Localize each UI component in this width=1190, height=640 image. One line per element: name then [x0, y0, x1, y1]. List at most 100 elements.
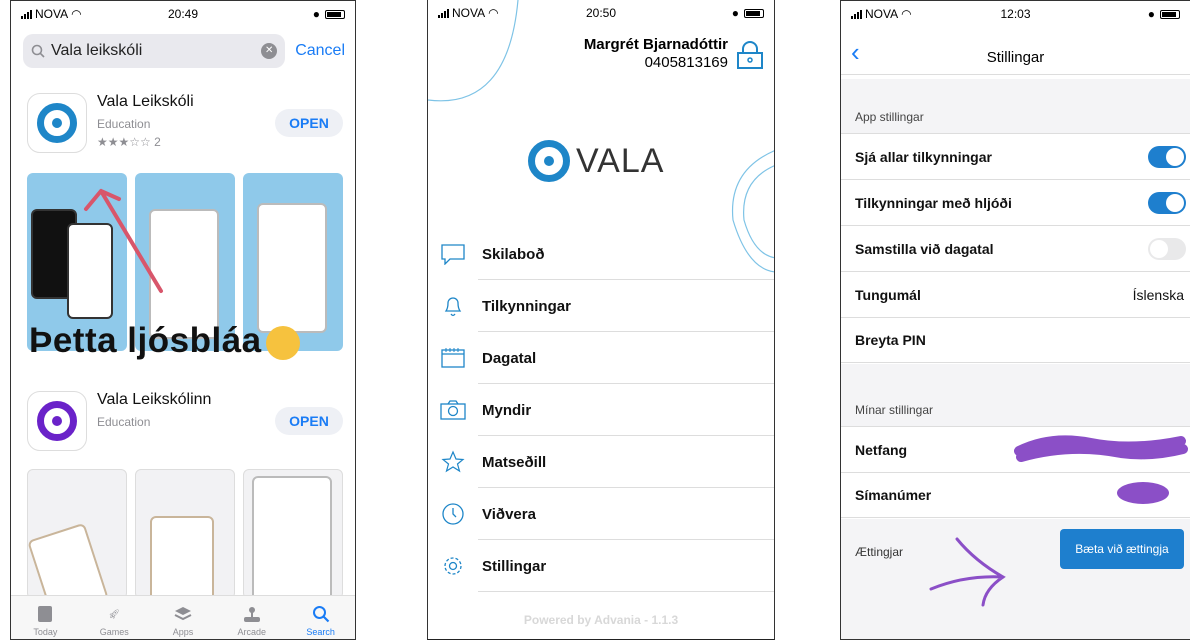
app-name: Vala Leikskóli	[97, 93, 194, 110]
lock-rotation-icon: ●	[1147, 7, 1156, 21]
layers-icon	[173, 604, 193, 624]
lock-icon[interactable]	[736, 40, 764, 70]
tab-label: Arcade	[237, 627, 267, 637]
setting-label: Sjá allar tilkynningar	[855, 148, 992, 165]
battery-icon	[744, 8, 765, 18]
open-button[interactable]: OPEN	[275, 407, 343, 435]
joystick-icon	[242, 604, 262, 624]
battery-icon	[325, 9, 345, 19]
search-query: Vala leikskóli	[51, 42, 143, 59]
app-store-screen: NOVA ◠ 20:49 ● Vala leikskóli ✕ Cancel Va…	[10, 0, 356, 640]
app-screenshot[interactable]	[243, 469, 343, 599]
status-bar: NOVA ◠ 12:03 ●	[841, 1, 1190, 27]
menu-item-matsedill[interactable]: Matseðill	[428, 436, 774, 488]
main-menu: Skilaboð Tilkynningar Dagatal Myndir Mat…	[428, 228, 774, 592]
vala-logo-icon	[528, 140, 570, 182]
vala-logo: VALA	[528, 140, 664, 182]
tab-bar: Today 🚀︎ Games Apps Arcade Search	[11, 595, 355, 639]
section-label-my: Mínar stillingar	[855, 403, 934, 417]
rocket-icon: 🚀︎	[108, 608, 120, 619]
setting-label: Samstilla við dagatal	[855, 240, 994, 257]
lock-rotation-icon: ●	[731, 6, 740, 20]
search-row: Vala leikskóli ✕ Cancel	[23, 33, 345, 69]
app-category: Education	[97, 117, 151, 131]
menu-item-dagatal[interactable]: Dagatal	[428, 332, 774, 384]
hand-drawn-arrow	[84, 189, 163, 293]
tab-arcade[interactable]: Arcade	[217, 596, 286, 639]
menu-item-tilkynningar[interactable]: Tilkynningar	[428, 280, 774, 332]
screenshots-row-2[interactable]	[27, 469, 343, 599]
setting-see-all-notifications[interactable]: Sjá allar tilkynningar	[841, 133, 1190, 179]
powered-by-footer: Powered by Advania - 1.1.3	[523, 613, 679, 627]
menu-label: Matseðill	[482, 453, 547, 471]
tab-games[interactable]: 🚀︎ Games	[80, 596, 149, 639]
clear-search-icon[interactable]: ✕	[261, 43, 278, 59]
app-screenshot[interactable]	[27, 469, 127, 599]
hand-drawn-arrow	[929, 537, 1006, 607]
settings-screen: NOVA ◠ 12:03 ● ‹ Stillingar App stillinga…	[840, 0, 1190, 640]
search-icon	[31, 44, 45, 58]
redaction-scribble-email	[1014, 435, 1188, 462]
app-result-2[interactable]: Vala Leikskólinn Education OPEN	[27, 391, 343, 453]
setting-change-pin[interactable]: Breyta PIN	[841, 317, 1190, 363]
tab-apps[interactable]: Apps	[149, 596, 218, 639]
carrier-label: NOVA	[452, 6, 486, 20]
see-all-toggle[interactable]	[1148, 145, 1186, 168]
calendar-icon	[434, 347, 472, 369]
status-bar: NOVA ◠ 20:50 ●	[428, 0, 774, 26]
calendar-sync-toggle[interactable]	[1148, 237, 1186, 260]
signal-icon	[851, 9, 862, 19]
navigation-bar: ‹ Stillingar	[841, 35, 1190, 75]
open-button[interactable]: OPEN	[275, 109, 343, 137]
menu-label: Stillingar	[482, 557, 547, 575]
menu-item-stillingar[interactable]: Stillingar	[428, 540, 774, 592]
user-name: Margrét Bjarnadóttir	[583, 36, 728, 53]
wifi-icon: ◠	[71, 7, 82, 21]
carrier-label: NOVA	[35, 7, 69, 21]
user-phone: 0405813169	[644, 54, 728, 71]
signal-icon	[438, 8, 449, 18]
add-relative-button[interactable]: Bæta við ættingja	[1060, 529, 1184, 569]
tab-search[interactable]: Search	[286, 596, 355, 639]
menu-item-skilabod[interactable]: Skilaboð	[428, 228, 774, 280]
signal-icon	[21, 9, 32, 19]
lock-rotation-icon: ●	[312, 7, 320, 21]
app-category: Education	[97, 415, 151, 429]
setting-label: Breyta PIN	[855, 332, 926, 348]
language-value: Íslenska	[1132, 286, 1184, 303]
sound-toggle[interactable]	[1148, 191, 1186, 214]
tab-label: Games	[99, 627, 129, 637]
tab-label: Today	[33, 627, 58, 637]
tab-today[interactable]: Today	[11, 596, 80, 639]
cancel-button[interactable]: Cancel	[295, 42, 345, 60]
battery-icon	[1160, 9, 1181, 19]
setting-sync-calendar[interactable]: Samstilla við dagatal	[841, 225, 1190, 271]
app-name: Vala Leikskólinn	[97, 391, 212, 408]
tab-label: Search	[306, 627, 335, 637]
vala-home-screen: NOVA ◠ 20:50 ● Margrét Bjarnadóttir 04058…	[427, 0, 775, 640]
setting-label: Tilkynningar með hljóði	[855, 194, 1012, 211]
page-title: Stillingar	[986, 49, 1045, 66]
tab-label: Apps	[172, 627, 194, 637]
app-rating: ★★★☆☆ 2	[97, 135, 161, 149]
status-bar: NOVA ◠ 20:49 ●	[11, 1, 355, 27]
gear-icon	[434, 554, 472, 578]
carrier-label: NOVA	[865, 7, 899, 21]
menu-label: Viðvera	[482, 505, 536, 523]
app-result-1[interactable]: Vala Leikskóli Education ★★★☆☆ 2 OPEN	[27, 93, 343, 155]
vala-purple-app-icon	[27, 391, 87, 451]
setting-notifications-sound[interactable]: Tilkynningar með hljóði	[841, 179, 1190, 225]
app-screenshot[interactable]	[135, 469, 235, 599]
overlay-annotation: Þetta ljósbláa	[29, 321, 300, 361]
vala-app-icon	[27, 93, 87, 153]
setting-language[interactable]: Tungumál Íslenska	[841, 271, 1190, 317]
relatives-label: Ættingjar	[855, 545, 904, 559]
search-input[interactable]: Vala leikskóli ✕	[23, 34, 286, 68]
section-header-background	[841, 79, 1190, 133]
bell-icon	[434, 294, 472, 318]
today-icon	[35, 604, 55, 624]
menu-item-myndir[interactable]: Myndir	[428, 384, 774, 436]
menu-item-vidvera[interactable]: Viðvera	[428, 488, 774, 540]
status-time: 20:49	[167, 7, 199, 21]
menu-label: Myndir	[482, 401, 532, 419]
